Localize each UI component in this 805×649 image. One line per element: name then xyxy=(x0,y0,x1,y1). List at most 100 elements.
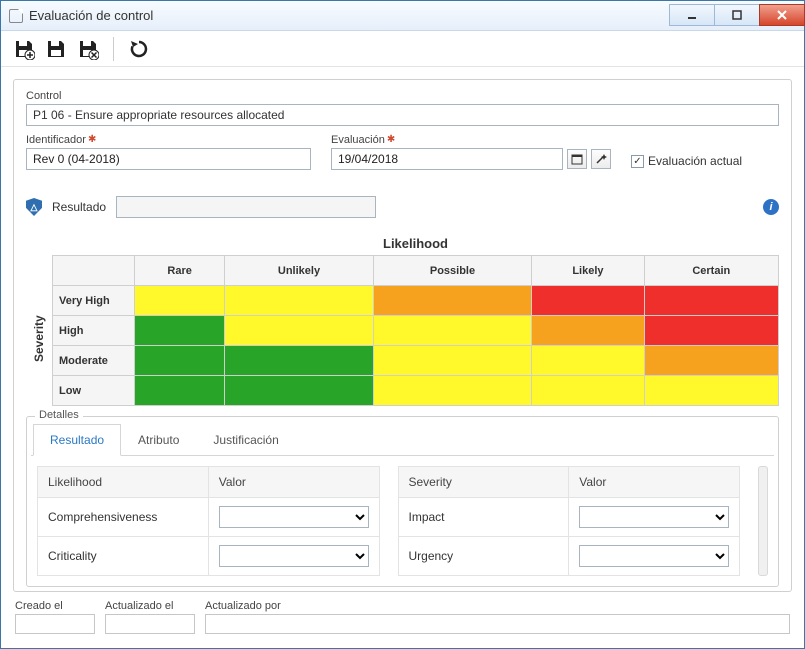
valor-header: Valor xyxy=(569,467,740,498)
control-field: Control xyxy=(26,90,779,126)
row-header: Low xyxy=(53,376,135,406)
detail-label: Comprehensiveness xyxy=(38,498,209,537)
table-row: Criticality xyxy=(38,537,380,576)
table-row: Impact xyxy=(398,498,740,537)
table-row: Urgency xyxy=(398,537,740,576)
identificador-field: Identificador✱ xyxy=(26,134,311,170)
tab-resultado[interactable]: Resultado xyxy=(33,424,121,456)
shield-icon: △ xyxy=(26,198,42,216)
risk-cell[interactable] xyxy=(532,346,644,376)
detalles-fieldset: Detalles Resultado Atributo Justificació… xyxy=(26,416,779,587)
risk-cell[interactable] xyxy=(135,286,225,316)
document-icon xyxy=(9,9,23,23)
risk-cell[interactable] xyxy=(532,316,644,346)
resultado-row: △ Resultado i xyxy=(26,196,779,218)
risk-cell[interactable] xyxy=(373,286,532,316)
identificador-input[interactable] xyxy=(26,148,311,170)
risk-cell[interactable] xyxy=(373,376,532,406)
row-header: Very High xyxy=(53,286,135,316)
risk-cell[interactable] xyxy=(373,346,532,376)
risk-matrix: Severity Likelihood Rare Unlikely Possib… xyxy=(26,232,779,406)
save-add-button[interactable] xyxy=(11,36,37,62)
risk-cell[interactable] xyxy=(644,286,778,316)
severity-axis-label: Severity xyxy=(26,232,52,406)
risk-cell[interactable] xyxy=(225,286,373,316)
control-input[interactable] xyxy=(26,104,779,126)
risk-cell[interactable] xyxy=(644,316,778,346)
wand-icon[interactable] xyxy=(591,149,611,169)
tabs: Resultado Atributo Justificación xyxy=(31,423,774,456)
urgency-select[interactable] xyxy=(579,545,729,567)
evaluacion-input[interactable] xyxy=(331,148,563,170)
resultado-label: Resultado xyxy=(52,200,106,214)
col-header: Certain xyxy=(644,256,778,286)
evaluacion-actual-label: Evaluación actual xyxy=(648,154,742,168)
window-controls xyxy=(669,5,804,26)
main-fieldset: Control Identificador✱ Evaluación✱ xyxy=(13,79,792,592)
risk-cell[interactable] xyxy=(225,316,373,346)
risk-cell[interactable] xyxy=(225,376,373,406)
toolbar xyxy=(1,31,804,67)
risk-cell[interactable] xyxy=(532,376,644,406)
tab-justificacion[interactable]: Justificación xyxy=(196,424,295,456)
likelihood-header: Likelihood xyxy=(38,467,209,498)
detail-label: Impact xyxy=(398,498,569,537)
refresh-button[interactable] xyxy=(126,36,152,62)
col-header: Rare xyxy=(135,256,225,286)
detalles-legend: Detalles xyxy=(35,409,83,421)
maximize-button[interactable] xyxy=(714,4,760,26)
row-header: Moderate xyxy=(53,346,135,376)
col-header: Unlikely xyxy=(225,256,373,286)
checkbox-icon: ✓ xyxy=(631,155,644,168)
resultado-value-box xyxy=(116,196,376,218)
severity-detail: Severity Valor Impact Urgency xyxy=(398,466,741,576)
creado-el-label: Creado el xyxy=(15,600,95,612)
footer-audit-fields: Creado el Actualizado el Actualizado por xyxy=(13,600,792,636)
detail-label: Urgency xyxy=(398,537,569,576)
toolbar-separator xyxy=(113,37,114,61)
risk-cell[interactable] xyxy=(644,346,778,376)
scrollbar[interactable] xyxy=(758,466,768,576)
window-title: Evaluación de control xyxy=(29,8,153,23)
actualizado-el-input[interactable] xyxy=(105,614,195,634)
col-header: Likely xyxy=(532,256,644,286)
titlebar: Evaluación de control xyxy=(1,1,804,31)
actualizado-por-label: Actualizado por xyxy=(205,600,790,612)
criticality-select[interactable] xyxy=(219,545,369,567)
evaluacion-actual-field: ✓ Evaluación actual xyxy=(631,134,742,170)
risk-cell[interactable] xyxy=(644,376,778,406)
evaluacion-label: Evaluación✱ xyxy=(331,134,611,146)
evaluacion-actual-checkbox-wrap[interactable]: ✓ Evaluación actual xyxy=(631,154,742,168)
likelihood-axis-label: Likelihood xyxy=(52,232,779,255)
impact-select[interactable] xyxy=(579,506,729,528)
risk-cell[interactable] xyxy=(135,316,225,346)
identificador-label: Identificador✱ xyxy=(26,134,311,146)
info-icon[interactable]: i xyxy=(763,199,779,215)
comprehensiveness-select[interactable] xyxy=(219,506,369,528)
likelihood-detail: Likelihood Valor Comprehensiveness Criti… xyxy=(37,466,380,576)
actualizado-por-input[interactable] xyxy=(205,614,790,634)
risk-cell[interactable] xyxy=(135,346,225,376)
creado-el-input[interactable] xyxy=(15,614,95,634)
calendar-icon[interactable] xyxy=(567,149,587,169)
risk-matrix-table: Rare Unlikely Possible Likely Certain Ve… xyxy=(52,255,779,406)
col-header: Possible xyxy=(373,256,532,286)
control-label: Control xyxy=(26,90,779,102)
detail-body: Likelihood Valor Comprehensiveness Criti… xyxy=(31,456,774,582)
save-delete-button[interactable] xyxy=(75,36,101,62)
app-window: Evaluación de control xyxy=(0,0,805,649)
valor-header: Valor xyxy=(208,467,379,498)
detail-label: Criticality xyxy=(38,537,209,576)
risk-cell[interactable] xyxy=(225,346,373,376)
close-button[interactable] xyxy=(759,4,805,26)
risk-cell[interactable] xyxy=(135,376,225,406)
risk-cell[interactable] xyxy=(373,316,532,346)
tab-atributo[interactable]: Atributo xyxy=(121,424,196,456)
minimize-button[interactable] xyxy=(669,4,715,26)
row-header: High xyxy=(53,316,135,346)
save-button[interactable] xyxy=(43,36,69,62)
risk-cell[interactable] xyxy=(532,286,644,316)
content-area: Control Identificador✱ Evaluación✱ xyxy=(1,67,804,648)
table-row: Comprehensiveness xyxy=(38,498,380,537)
evaluacion-field: Evaluación✱ xyxy=(331,134,611,170)
